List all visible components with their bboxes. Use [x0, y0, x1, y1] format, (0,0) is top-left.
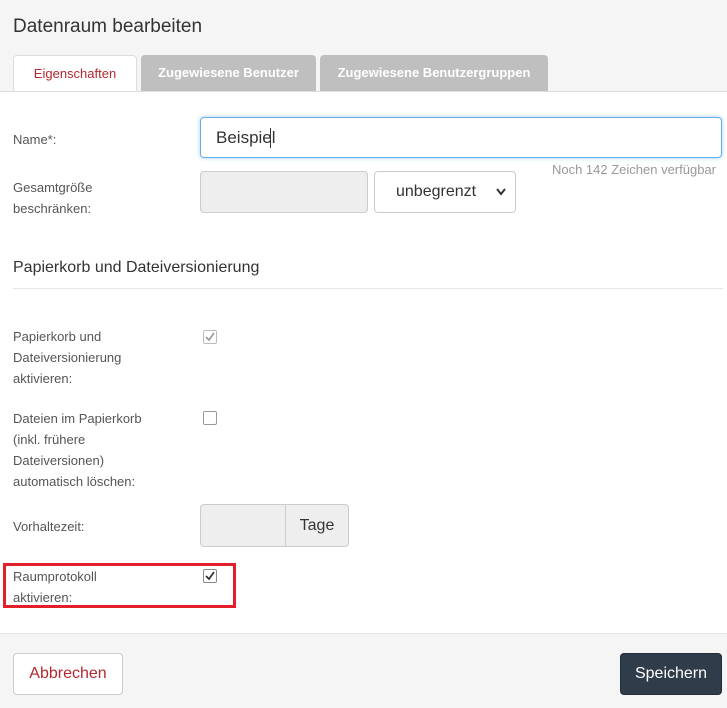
- size-unit-select[interactable]: unbegrenzt: [374, 171, 516, 213]
- trash-autodelete-label-line2: (inkl. frühere: [13, 432, 86, 447]
- trash-enable-label: Papierkorb und Dateiversionierung aktivi…: [13, 326, 121, 389]
- size-limit-input[interactable]: [200, 171, 368, 213]
- retention-label: Vorhaltezeit:: [13, 519, 85, 534]
- name-label: Name*:: [13, 132, 57, 147]
- trash-enable-label-line2: Dateiversionierung: [13, 350, 122, 365]
- trash-autodelete-label: Dateien im Papierkorb (inkl. frühere Dat…: [13, 408, 142, 492]
- size-limit-label-line2: beschränken:: [13, 201, 92, 216]
- trash-autodelete-checkbox[interactable]: [203, 411, 217, 425]
- tab-divider: [0, 91, 727, 92]
- trash-enable-label-line1: Papierkorb und: [13, 329, 102, 344]
- size-unit-selected: unbegrenzt: [396, 183, 477, 200]
- section-title: Papierkorb und Dateiversionierung: [13, 259, 260, 276]
- dialog-title: Datenraum bearbeiten: [13, 16, 203, 37]
- chevron-down-icon: [495, 172, 507, 228]
- retention-input[interactable]: [200, 504, 286, 547]
- cancel-button[interactable]: Abbrechen: [13, 653, 123, 695]
- trash-autodelete-label-line3: Dateiversionen): [13, 453, 105, 468]
- tab-assigned-user-groups[interactable]: Zugewiesene Benutzergruppen: [320, 55, 548, 91]
- char-count-hint: Noch 142 Zeichen verfügbar: [551, 162, 716, 177]
- trash-autodelete-label-line1: Dateien im Papierkorb: [13, 411, 142, 426]
- tab-properties[interactable]: Eigenschaften: [13, 55, 137, 92]
- trash-enable-label-line3: aktivieren:: [13, 371, 73, 386]
- tab-assigned-users[interactable]: Zugewiesene Benutzer: [141, 55, 316, 91]
- trash-enable-checkbox[interactable]: [203, 330, 217, 344]
- trash-autodelete-label-line4: automatisch löschen:: [13, 474, 136, 489]
- retention-unit-addon: Tage: [285, 504, 349, 547]
- highlight-annotation: [3, 563, 236, 608]
- save-button[interactable]: Speichern: [620, 653, 722, 695]
- size-limit-label-line1: Gesamtgröße: [13, 180, 93, 195]
- name-input[interactable]: [200, 117, 722, 158]
- checkmark-icon: [205, 332, 215, 342]
- text-cursor: [270, 128, 271, 148]
- section-divider: [13, 288, 723, 289]
- size-limit-label: Gesamtgröße beschränken:: [13, 177, 92, 219]
